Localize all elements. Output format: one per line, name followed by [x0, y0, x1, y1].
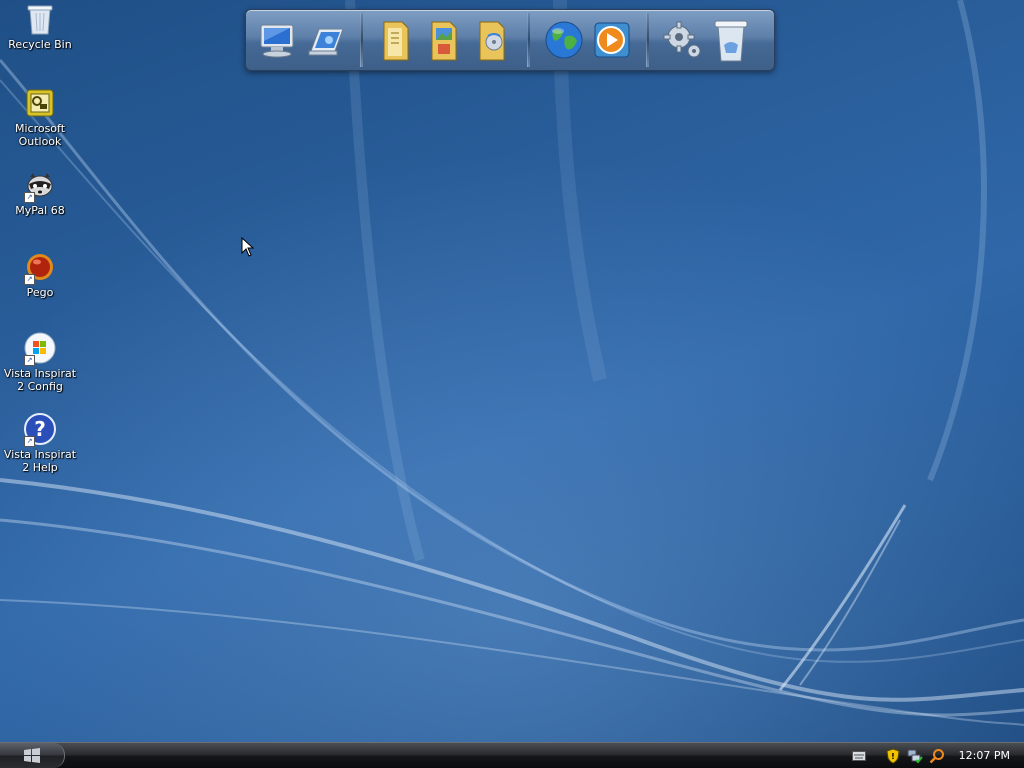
svg-text:!: ! [891, 752, 895, 761]
pego-ball-icon: ↗ [23, 250, 57, 285]
network-icon [308, 28, 344, 56]
settings-gear-icon [663, 21, 701, 58]
desktop-wallpaper [0, 0, 1024, 768]
mypal-raccoon-icon: ↗ [23, 168, 57, 203]
windows-orb-icon: ↗ [23, 331, 57, 366]
quick-launch-dock [245, 9, 775, 71]
desktop-icon-vista-inspirat-config[interactable]: ↗ Vista Inspirat 2 Config [2, 331, 78, 393]
network-status-icon[interactable] [907, 748, 923, 764]
recycle-bin-icon [714, 20, 748, 62]
taskbar: ! 12:07 PM [0, 742, 1024, 768]
dock-item-media-player[interactable] [590, 15, 634, 65]
system-tray: ! 12:07 PM [851, 743, 1024, 768]
dock-separator [360, 13, 363, 67]
dock-item-pictures[interactable] [423, 15, 467, 65]
svg-text:?: ? [34, 417, 46, 441]
help-question-icon: ? ↗ [23, 412, 57, 447]
search-icon[interactable] [929, 748, 945, 764]
desktop-icon-label: Recycle Bin [8, 38, 72, 51]
desktop-icon-label: Vista Inspirat 2 Config [3, 367, 77, 393]
desktop-icon-microsoft-outlook[interactable]: Microsoft Outlook [2, 86, 78, 148]
taskbar-clock[interactable]: 12:07 PM [959, 749, 1010, 762]
dock-separator [527, 13, 530, 67]
dock-item-internet[interactable] [542, 15, 586, 65]
desktop-icon-label: Microsoft Outlook [14, 122, 66, 148]
media-player-icon [594, 22, 630, 58]
windows-logo-icon [24, 747, 40, 763]
mouse-cursor-icon [241, 237, 255, 257]
desktop-icon-label: Pego [26, 286, 54, 299]
outlook-icon [23, 86, 57, 120]
shortcut-arrow-icon: ↗ [24, 355, 35, 366]
desktop-icon-label: Vista Inspirat 2 Help [3, 448, 77, 474]
start-button[interactable] [0, 743, 65, 768]
dock-separator [646, 13, 649, 67]
desktop-icon-mypal-68[interactable]: ↗ MyPal 68 [2, 168, 78, 217]
dock-item-settings[interactable] [661, 15, 705, 65]
keyboard-icon[interactable] [851, 748, 867, 764]
dock-item-recycle-bin[interactable] [709, 15, 753, 65]
recycle-bin-icon [23, 2, 57, 36]
documents-folder-icon [383, 21, 409, 61]
dock-item-network[interactable] [304, 15, 348, 65]
security-shield-icon[interactable]: ! [885, 747, 901, 764]
dock-item-music[interactable] [471, 15, 515, 65]
pictures-folder-icon [431, 21, 457, 61]
dock-item-documents[interactable] [375, 15, 419, 65]
desktop-icon-label: MyPal 68 [15, 204, 65, 217]
desktop-icon-vista-inspirat-help[interactable]: ? ↗ Vista Inspirat 2 Help [2, 412, 78, 474]
shortcut-arrow-icon: ↗ [24, 192, 35, 203]
music-folder-icon [479, 21, 505, 61]
shortcut-arrow-icon: ↗ [24, 436, 35, 447]
desktop-icon-recycle-bin[interactable]: Recycle Bin [2, 2, 78, 51]
dock-item-computer[interactable] [256, 15, 300, 65]
shortcut-arrow-icon: ↗ [24, 274, 35, 285]
internet-globe-icon [545, 21, 583, 59]
computer-icon [260, 24, 294, 58]
desktop-icon-pego[interactable]: ↗ Pego [2, 250, 78, 299]
